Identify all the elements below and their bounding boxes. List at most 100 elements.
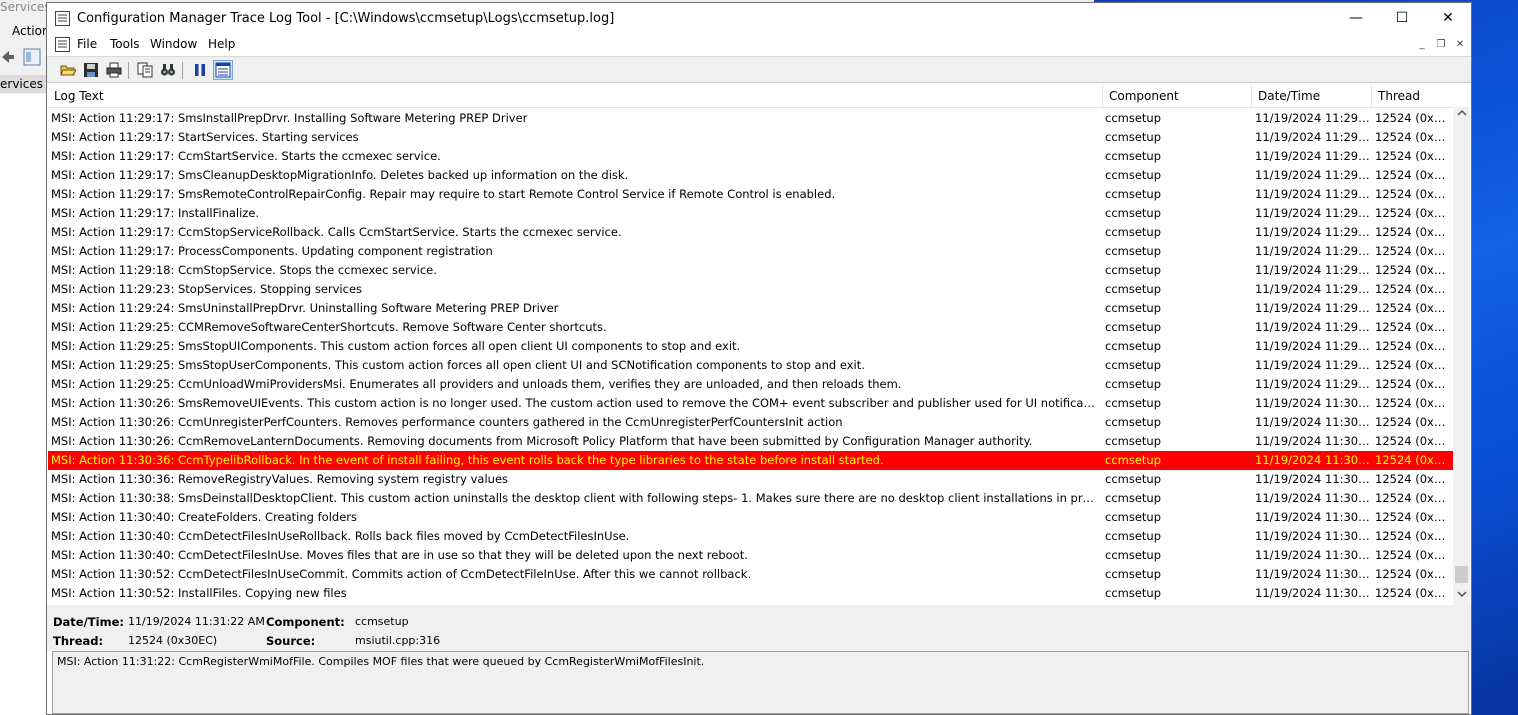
row-thread: 12524 (0x30EC xyxy=(1375,491,1451,505)
row-component: ccmsetup xyxy=(1105,472,1162,486)
row-thread: 12524 (0x30EC xyxy=(1375,301,1451,315)
print-icon[interactable] xyxy=(104,60,124,80)
table-row[interactable]: MSI: Action 11:29:25: SmsStopUIComponent… xyxy=(48,337,1453,356)
menu-help[interactable]: Help xyxy=(208,37,235,51)
table-row[interactable]: MSI: Action 11:29:18: CcmStopService. St… xyxy=(48,261,1453,280)
row-date-time: 11/19/2024 11:29:25 A xyxy=(1255,377,1370,391)
column-header-component[interactable]: Component xyxy=(1103,85,1252,107)
table-row[interactable]: MSI: Action 11:29:25: CcmUnloadWmiProvid… xyxy=(48,375,1453,394)
column-header-date-time[interactable]: Date/Time xyxy=(1252,85,1372,107)
menu-file[interactable]: File xyxy=(77,37,97,51)
table-row[interactable]: MSI: Action 11:30:36: RemoveRegistryValu… xyxy=(48,470,1453,489)
table-row[interactable]: MSI: Action 11:30:26: CcmRemoveLanternDo… xyxy=(48,432,1453,451)
pause-icon[interactable] xyxy=(190,60,210,80)
table-row[interactable]: MSI: Action 11:30:40: CreateFolders. Cre… xyxy=(48,508,1453,527)
row-component: ccmsetup xyxy=(1105,377,1162,391)
detail-component-label: Component: xyxy=(266,615,345,629)
table-row[interactable]: MSI: Action 11:29:17: ProcessComponents.… xyxy=(48,242,1453,261)
row-thread: 12524 (0x30EC xyxy=(1375,168,1451,182)
table-row[interactable]: MSI: Action 11:30:40: CcmDetectFilesInUs… xyxy=(48,527,1453,546)
row-date-time: 11/19/2024 11:29:17 A xyxy=(1255,187,1370,201)
table-row[interactable]: MSI: Action 11:29:17: CcmStopServiceRoll… xyxy=(48,223,1453,242)
table-row[interactable]: MSI: Action 11:29:17: SmsRemoteControlRe… xyxy=(48,185,1453,204)
grid-header: Log Text Component Date/Time Thread xyxy=(48,85,1453,108)
row-date-time: 11/19/2024 11:30:40 A xyxy=(1255,510,1370,524)
save-icon[interactable] xyxy=(81,60,101,80)
menu-window[interactable]: Window xyxy=(150,37,197,51)
row-log-text: MSI: Action 11:29:17: SmsRemoteControlRe… xyxy=(51,187,836,201)
row-component: ccmsetup xyxy=(1105,567,1162,581)
log-grid: Log Text Component Date/Time Thread MSI:… xyxy=(48,85,1453,605)
find-icon[interactable] xyxy=(158,60,178,80)
row-log-text: MSI: Action 11:30:52: InstallFiles. Copy… xyxy=(51,586,347,600)
toolbar-separator xyxy=(128,62,129,79)
minimize-button[interactable]: — xyxy=(1333,3,1379,34)
table-row[interactable]: MSI: Action 11:29:17: SmsCleanupDesktopM… xyxy=(48,166,1453,185)
row-log-text: MSI: Action 11:29:17: SmsInstallPrepDrvr… xyxy=(51,111,528,125)
details-pane-icon[interactable] xyxy=(213,60,233,80)
table-row-selected[interactable]: MSI: Action 11:30:36: CcmTypelibRollback… xyxy=(48,451,1453,470)
row-component: ccmsetup xyxy=(1105,548,1162,562)
row-date-time: 11/19/2024 11:30:26 A xyxy=(1255,434,1370,448)
detail-source-label: Source: xyxy=(266,634,316,648)
vertical-scrollbar[interactable] xyxy=(1453,107,1470,605)
row-thread: 12524 (0x30EC xyxy=(1375,415,1451,429)
table-row[interactable]: MSI: Action 11:30:26: CcmUnregisterPerfC… xyxy=(48,413,1453,432)
table-row[interactable]: MSI: Action 11:29:25: CCMRemoveSoftwareC… xyxy=(48,318,1453,337)
row-log-text: MSI: Action 11:29:17: CcmStartService. S… xyxy=(51,149,441,163)
table-row[interactable]: MSI: Action 11:29:17: StartServices. Sta… xyxy=(48,128,1453,147)
row-log-text: MSI: Action 11:30:40: CcmDetectFilesInUs… xyxy=(51,548,748,562)
row-component: ccmsetup xyxy=(1105,453,1162,467)
table-row[interactable]: MSI: Action 11:30:52: InstallFiles. Copy… xyxy=(48,584,1453,603)
column-header-log-text[interactable]: Log Text xyxy=(48,85,1103,107)
window-title: Configuration Manager Trace Log Tool - [… xyxy=(77,11,615,26)
row-thread: 12524 (0x30EC xyxy=(1375,149,1451,163)
row-log-text: MSI: Action 11:30:40: CreateFolders. Cre… xyxy=(51,510,357,524)
row-thread: 12524 (0x30EC xyxy=(1375,339,1451,353)
table-row[interactable]: MSI: Action 11:29:24: SmsUninstallPrepDr… xyxy=(48,299,1453,318)
back-arrow-icon[interactable] xyxy=(0,44,46,70)
toolbar-separator xyxy=(182,62,183,79)
mdi-restore-button[interactable]: ❐ xyxy=(1432,37,1450,53)
table-row[interactable]: MSI: Action 11:29:25: SmsStopUserCompone… xyxy=(48,356,1453,375)
column-header-thread[interactable]: Thread xyxy=(1372,85,1453,107)
maximize-button[interactable]: ☐ xyxy=(1379,3,1425,34)
detail-component-value: ccmsetup xyxy=(355,615,409,628)
table-row[interactable]: MSI: Action 11:30:38: SmsDeinstallDeskto… xyxy=(48,489,1453,508)
row-log-text: MSI: Action 11:30:36: RemoveRegistryValu… xyxy=(51,472,509,486)
table-row[interactable]: MSI: Action 11:29:17: SmsInstallPrepDrvr… xyxy=(48,109,1453,128)
detail-message-box[interactable]: MSI: Action 11:31:22: CcmRegisterWmiMofF… xyxy=(52,651,1469,714)
services-tree-tab[interactable]: ervices (L xyxy=(0,75,46,93)
table-row[interactable]: MSI: Action 11:30:40: CcmDetectFilesInUs… xyxy=(48,546,1453,565)
mdi-minimize-button[interactable]: _ xyxy=(1413,37,1431,53)
table-row[interactable]: MSI: Action 11:30:52: CcmDetectFilesInUs… xyxy=(48,565,1453,584)
row-log-text: MSI: Action 11:29:25: SmsStopUserCompone… xyxy=(51,358,865,372)
row-component: ccmsetup xyxy=(1105,263,1162,277)
table-row[interactable]: MSI: Action 11:29:17: InstallFinalize. cc… xyxy=(48,204,1453,223)
table-row[interactable]: MSI: Action 11:30:26: SmsRemoveUIEvents.… xyxy=(48,394,1453,413)
scrollbar-thumb[interactable] xyxy=(1455,566,1468,583)
title-bar[interactable]: Configuration Manager Trace Log Tool - [… xyxy=(47,3,1471,34)
row-date-time: 11/19/2024 11:30:38 A xyxy=(1255,491,1370,505)
services-action-menu[interactable]: Action xyxy=(12,24,50,38)
row-thread: 12524 (0x30EC xyxy=(1375,548,1451,562)
scroll-up-arrow-icon[interactable] xyxy=(1453,107,1470,124)
row-thread: 12524 (0x30EC xyxy=(1375,453,1451,467)
close-button[interactable]: ✕ xyxy=(1425,3,1471,34)
row-date-time: 11/19/2024 11:29:25 A xyxy=(1255,320,1370,334)
row-thread: 12524 (0x30EC xyxy=(1375,263,1451,277)
table-row[interactable]: MSI: Action 11:29:17: CcmStartService. S… xyxy=(48,147,1453,166)
row-thread: 12524 (0x30EC xyxy=(1375,377,1451,391)
table-row[interactable]: MSI: Action 11:29:23: StopServices. Stop… xyxy=(48,280,1453,299)
copy-icon[interactable] xyxy=(135,60,155,80)
row-log-text: MSI: Action 11:29:17: ProcessComponents.… xyxy=(51,244,493,258)
document-icon[interactable] xyxy=(55,37,70,52)
menu-tools[interactable]: Tools xyxy=(110,37,140,51)
detail-thread-value: 12524 (0x30EC) xyxy=(128,634,218,647)
open-folder-icon[interactable] xyxy=(58,60,78,80)
scroll-down-arrow-icon[interactable] xyxy=(1453,588,1470,605)
row-log-text: MSI: Action 11:30:52: CcmDetectFilesInUs… xyxy=(51,567,752,581)
mdi-close-button[interactable]: ✕ xyxy=(1451,37,1469,53)
row-log-text: MSI: Action 11:29:25: CcmUnloadWmiProvid… xyxy=(51,377,902,391)
row-thread: 12524 (0x30EC xyxy=(1375,206,1451,220)
